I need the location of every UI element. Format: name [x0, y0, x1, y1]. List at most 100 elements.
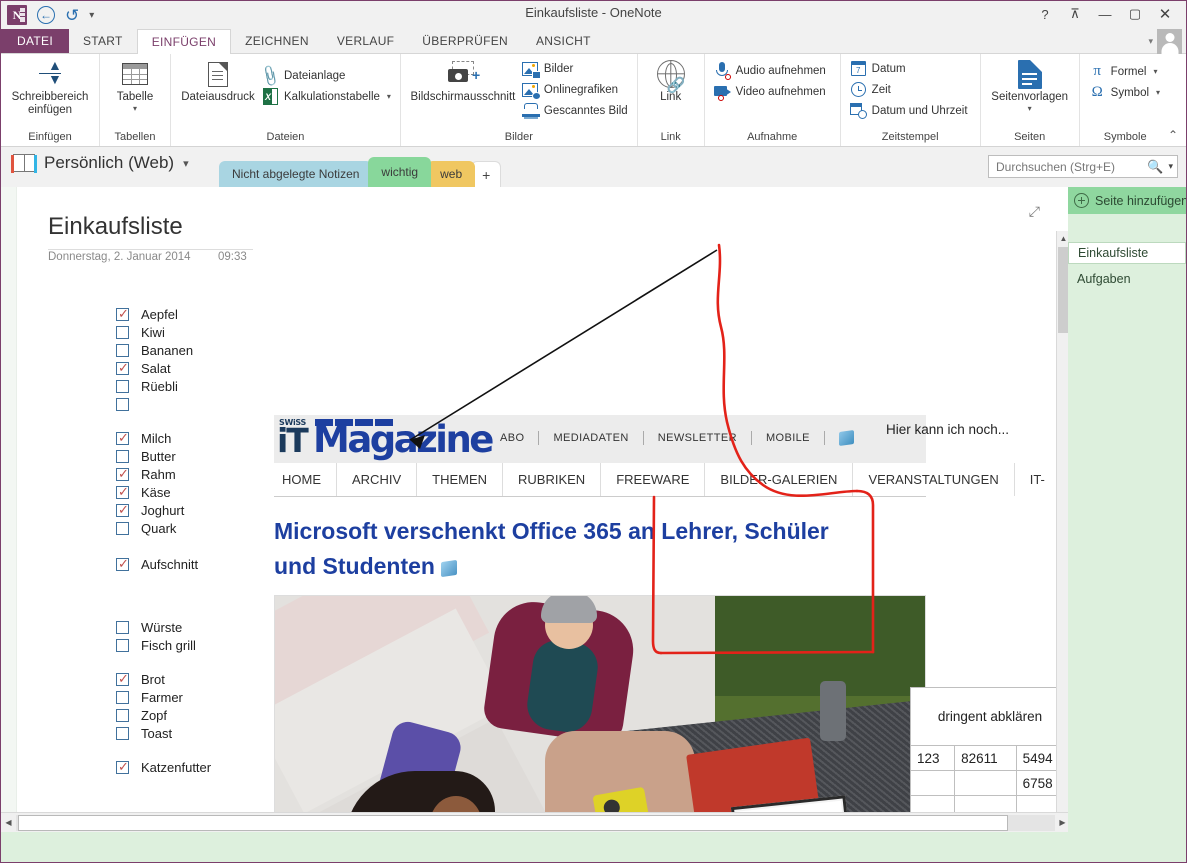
list-item[interactable]: Butter — [116, 447, 266, 465]
equation-button[interactable]: π Formel ▾ — [1086, 62, 1163, 81]
checkbox[interactable] — [116, 344, 129, 357]
section-tab-wichtig[interactable]: wichtig — [368, 157, 431, 187]
table-cell[interactable]: 123 — [911, 746, 955, 771]
checkbox[interactable] — [116, 362, 129, 375]
tab-einfuegen[interactable]: EINFÜGEN — [137, 29, 231, 54]
account-caret-icon[interactable]: ▾ — [1148, 36, 1153, 47]
search-input[interactable]: Durchsuchen (Strg+E) — [996, 160, 1115, 174]
page-date[interactable]: Donnerstag, 2. Januar 2014 — [48, 251, 191, 263]
page-templates-button[interactable]: Seitenvorlagen ▾ — [987, 58, 1073, 113]
list-item[interactable]: Aepfel — [116, 305, 266, 323]
list-item[interactable]: Fisch grill — [116, 636, 266, 654]
table-cell[interactable]: 82611 — [955, 746, 1016, 771]
link-button[interactable]: 🔗 Link — [644, 58, 698, 104]
close-icon[interactable]: ✕ — [1150, 3, 1180, 25]
tab-ansicht[interactable]: ANSICHT — [522, 29, 605, 53]
list-item[interactable]: Salat — [116, 359, 266, 377]
checkbox[interactable] — [116, 761, 129, 774]
time-button[interactable]: Zeit — [847, 80, 971, 99]
tab-ueberpruefen[interactable]: ÜBERPRÜFEN — [408, 29, 522, 53]
tab-zeichnen[interactable]: ZEICHNEN — [231, 29, 323, 53]
search-icon[interactable]: 🔍 — [1147, 159, 1163, 175]
page-title[interactable]: Einkaufsliste — [48, 213, 183, 241]
list-item[interactable]: Würste — [116, 618, 266, 636]
page-time[interactable]: 09:33 — [218, 251, 247, 263]
site-nav-bilder-galerien[interactable]: BILDER-GALERIEN — [705, 463, 853, 496]
table-row[interactable]: 6758 — [911, 771, 1070, 796]
notebook-selector[interactable]: Persönlich (Web) ▾ — [13, 153, 189, 173]
web-clipping[interactable]: SWiSS iT Magazine ABO MEDIADATEN NEWSLET… — [274, 415, 926, 832]
list-item[interactable]: Käse — [116, 483, 266, 501]
site-nav-archiv[interactable]: ARCHIV — [337, 463, 417, 496]
checkbox[interactable] — [116, 326, 129, 339]
site-nav-veranstaltungen[interactable]: VERANSTALTUNGEN — [853, 463, 1014, 496]
list-item[interactable]: Kiwi — [116, 323, 266, 341]
list-item[interactable]: Aufschnitt — [116, 555, 266, 573]
checkbox[interactable] — [116, 558, 129, 571]
list-item[interactable]: Quark — [116, 519, 266, 537]
ribbon-display-options-icon[interactable]: ⊼ — [1060, 3, 1090, 25]
tab-start[interactable]: START — [69, 29, 137, 53]
handwritten-note-text[interactable]: Hier kann ich noch... — [886, 422, 1009, 437]
chevron-down-icon[interactable]: ▾ — [183, 157, 189, 170]
shopping-checklist[interactable]: Aepfel Kiwi Bananen Salat Rüebli Milch B… — [116, 305, 266, 792]
checkbox[interactable] — [116, 398, 129, 411]
table-row[interactable]: 123 82611 5494 — [911, 746, 1070, 771]
online-pictures-button[interactable]: Onlinegrafiken — [519, 80, 631, 99]
list-item[interactable]: Brot — [116, 670, 266, 688]
add-section-button[interactable]: + — [471, 161, 501, 187]
table-cell[interactable] — [911, 771, 955, 796]
list-item[interactable]: Bananen — [116, 341, 266, 359]
checkbox[interactable] — [116, 432, 129, 445]
chevron-down-icon[interactable]: ▾ — [387, 92, 391, 101]
list-item[interactable]: Milch — [116, 429, 266, 447]
maximize-icon[interactable]: ▢ — [1120, 3, 1150, 25]
checkbox[interactable] — [116, 639, 129, 652]
section-tab-unfiled[interactable]: Nicht abgelegte Notizen — [219, 161, 372, 187]
site-nav-it[interactable]: IT- — [1015, 463, 1061, 496]
site-nav-home[interactable]: HOME — [274, 463, 337, 496]
insert-space-button[interactable]: ▲▼ Schreibbereich einfügen — [7, 58, 93, 117]
checkbox[interactable] — [116, 709, 129, 722]
site-link-mediadaten[interactable]: MEDIADATEN — [539, 432, 642, 444]
file-attachment-button[interactable]: 📎 Dateianlage — [259, 66, 394, 85]
scroll-thumb[interactable] — [18, 815, 1008, 831]
site-link-newsletter[interactable]: NEWSLETTER — [644, 432, 751, 444]
page-horizontal-scrollbar[interactable]: ◀ ▶ — [1, 812, 1070, 832]
section-tab-web[interactable]: web — [427, 161, 475, 187]
list-item[interactable]: Joghurt — [116, 501, 266, 519]
checkbox[interactable] — [116, 468, 129, 481]
checkbox[interactable] — [116, 727, 129, 740]
date-time-button[interactable]: Datum und Uhrzeit — [847, 101, 971, 120]
scroll-left-icon[interactable]: ◀ — [1, 818, 16, 827]
checkbox[interactable] — [116, 486, 129, 499]
tab-datei[interactable]: DATEI — [1, 29, 69, 53]
list-item[interactable] — [116, 395, 266, 413]
list-item[interactable]: Katzenfutter — [116, 758, 266, 776]
object-table[interactable]: dringent abklären 123 82611 5494 6758 — [910, 687, 1070, 832]
symbol-button[interactable]: Ω Symbol ▾ — [1086, 83, 1163, 102]
checkbox[interactable] — [116, 691, 129, 704]
checkbox[interactable] — [116, 450, 129, 463]
list-item[interactable]: Rüebli — [116, 377, 266, 395]
site-link-abo[interactable]: ABO — [486, 432, 538, 444]
list-item[interactable]: Zopf — [116, 706, 266, 724]
minimize-icon[interactable]: — — [1090, 3, 1120, 25]
checkbox[interactable] — [116, 621, 129, 634]
spreadsheet-button[interactable]: X Kalkulationstabelle ▾ — [259, 87, 394, 106]
help-icon[interactable]: ? — [1030, 3, 1060, 25]
table-cell[interactable] — [955, 771, 1016, 796]
site-link-mobile[interactable]: MOBILE — [752, 432, 824, 444]
file-printout-button[interactable]: Dateiausdruck — [177, 58, 259, 104]
page-list-item-einkaufsliste[interactable]: Einkaufsliste — [1068, 242, 1186, 264]
tab-verlauf[interactable]: VERLAUF — [323, 29, 408, 53]
list-item[interactable]: Toast — [116, 724, 266, 742]
site-nav-rubriken[interactable]: RUBRIKEN — [503, 463, 601, 496]
table-cell[interactable]: dringent abklären — [911, 688, 1070, 746]
collapse-ribbon-icon[interactable]: ⌃ — [1168, 128, 1178, 142]
pictures-button[interactable]: Bilder — [519, 59, 631, 78]
site-nav-themen[interactable]: THEMEN — [417, 463, 503, 496]
page-surface[interactable]: ⤢ Einkaufsliste Donnerstag, 2. Januar 20… — [1, 187, 1070, 832]
chevron-down-icon[interactable]: ▾ — [1028, 105, 1032, 113]
checkbox[interactable] — [116, 673, 129, 686]
